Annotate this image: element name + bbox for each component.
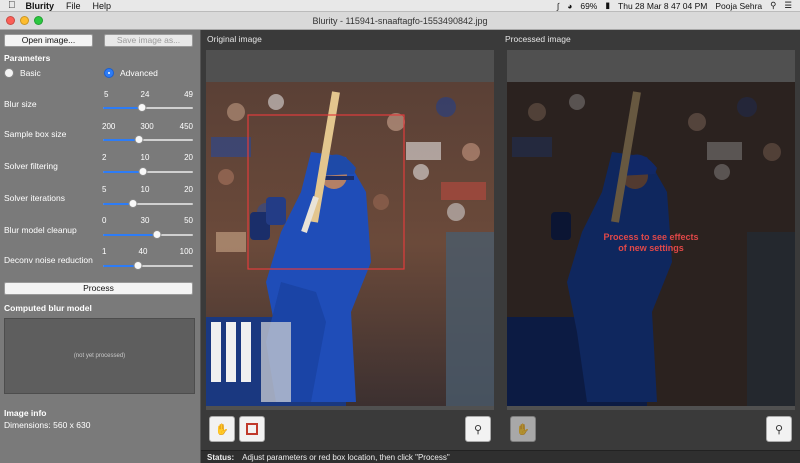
menubar-clock[interactable]: Thu 28 Mar 8 47 04 PM [618,1,707,11]
hand-pan-disabled-icon[interactable]: ✋ [510,416,536,442]
sample-box-size-label: Sample box size [4,129,67,139]
processed-top-margin [507,50,795,82]
apple-menu-icon[interactable]:  [8,0,16,11]
original-image-pane: Original image ✋ ⚲ [201,30,499,450]
blur-model-cleanup-slider[interactable] [103,230,193,239]
mode-basic-radio[interactable]: Basic [4,68,41,78]
sample-box-size-min: 200 [102,122,116,131]
blur-model-cleanup-value: 30 [140,216,150,225]
slider-fill [103,171,143,173]
solver-filtering-value: 10 [140,153,150,162]
overlay-line-2: of new settings [618,243,684,253]
processed-image-canvas[interactable]: Process to see effects of new settings [507,82,795,406]
original-photo [206,82,494,406]
controls-panel: Open image... Save image as... Parameter… [0,30,201,463]
mode-advanced-radio[interactable]: Advanced [104,68,158,78]
zoom-original-icon[interactable]: ⚲ [465,416,491,442]
solver-iterations-min: 5 [102,185,107,194]
slider-knob[interactable] [134,135,144,144]
blur-model-cleanup-max: 50 [184,216,193,225]
solver-filtering-label: Solver filtering [4,161,58,171]
process-overlay-message: Process to see effects of new settings [507,232,795,254]
image-bottom-margin [206,406,494,410]
status-tray: ∫ ◕ 69% ▮ Thu 28 Mar 8 47 04 PM Pooja Se… [557,0,800,11]
image-top-margin [206,50,494,82]
battery-level[interactable]: 69% [580,1,597,11]
zoom-window-button[interactable] [34,16,43,25]
sample-box-size-value: 300 [140,122,154,131]
solver-iterations-label: Solver iterations [4,193,65,203]
processed-image-pane: Processed image Process to see effects o… [499,30,800,450]
mode-advanced-label: Advanced [120,68,158,78]
solver-filtering-slider[interactable] [103,167,193,176]
select-box-tool-button[interactable] [239,416,265,442]
mode-basic-label: Basic [20,68,41,78]
not-processed-text: (not yet processed) [73,353,126,359]
processed-image-title: Processed image [505,34,571,44]
notification-center-icon[interactable]: ☰ [784,0,792,11]
save-image-button[interactable]: Save image as... [104,34,193,47]
computed-blur-model-heading: Computed blur model [4,303,92,313]
menu-file[interactable]: File [66,1,81,11]
radio-circle[interactable] [4,68,14,78]
slider-knob[interactable] [137,103,147,112]
hand-pan-icon[interactable]: ✋ [209,416,235,442]
image-dimensions: Dimensions: 560 x 630 [4,420,91,430]
blur-size-min: 5 [104,90,109,99]
battery-icon: ▮ [605,0,611,10]
deconv-noise-reduction-max: 100 [179,247,193,256]
solver-iterations-slider[interactable] [103,199,193,208]
menu-help[interactable]: Help [93,1,112,11]
menubar-user[interactable]: Pooja Sehra [715,1,762,11]
status-bar: Status: Adjust parameters or red box loc… [201,450,800,463]
blur-size-max: 49 [184,90,193,99]
zoom-processed-icon[interactable]: ⚲ [766,416,792,442]
window-title: Blurity - 115941-snaaftagfo-1553490842.j… [312,15,488,26]
original-image-title: Original image [207,34,262,44]
sample-box-size-slider[interactable] [103,135,193,144]
slider-fill [103,234,157,236]
minimize-window-button[interactable] [20,16,29,25]
original-image-canvas[interactable] [206,82,494,406]
slider-knob[interactable] [133,261,143,270]
deconv-noise-reduction-value: 40 [138,247,148,256]
blur-model-cleanup-label: Blur model cleanup [4,225,77,235]
slider-fill [103,107,142,109]
radio-circle-selected[interactable] [104,68,114,78]
overlay-line-1: Process to see effects [603,232,699,242]
sample-box-size-max: 450 [179,122,193,131]
process-button[interactable]: Process [4,282,193,295]
deconv-noise-reduction-min: 1 [102,247,107,256]
system-menubar:  Blurity File Help ∫ ◕ 69% ▮ Thu 28 Mar… [0,0,800,12]
deconv-noise-reduction-label: Deconv noise reduction [4,255,93,265]
solver-filtering-min: 2 [102,153,107,162]
slider-knob[interactable] [128,199,138,208]
slider-knob[interactable] [138,167,148,176]
deconv-noise-reduction-slider[interactable] [103,261,193,270]
blur-size-value: 24 [140,90,150,99]
parameters-heading: Parameters [4,53,51,63]
image-info-heading: Image info [4,408,47,418]
blur-size-label: Blur size [4,99,37,109]
solver-iterations-max: 20 [184,185,193,194]
original-toolbar: ✋ ⚲ [206,414,494,444]
slider-knob[interactable] [152,230,162,239]
status-text: Adjust parameters or red box location, t… [242,452,450,462]
red-square-icon [246,423,258,435]
solver-iterations-value: 10 [140,185,150,194]
computed-blur-model-view: (not yet processed) [4,318,195,394]
open-image-button[interactable]: Open image... [4,34,93,47]
spotlight-search-icon[interactable]: ⚲ [770,0,776,11]
window-titlebar: Blurity - 115941-snaaftagfo-1553490842.j… [0,12,800,30]
bluetooth-icon[interactable]: ∫ [557,1,559,11]
solver-filtering-max: 20 [184,153,193,162]
status-label: Status: [207,452,235,462]
wifi-icon[interactable]: ◕ [567,1,572,11]
blur-size-slider[interactable] [103,103,193,112]
close-window-button[interactable] [6,16,15,25]
processed-bottom-margin [507,406,795,410]
app-menu[interactable]: Blurity [26,1,55,11]
processed-toolbar: ✋ ⚲ [507,414,795,444]
blur-model-cleanup-min: 0 [102,216,107,225]
